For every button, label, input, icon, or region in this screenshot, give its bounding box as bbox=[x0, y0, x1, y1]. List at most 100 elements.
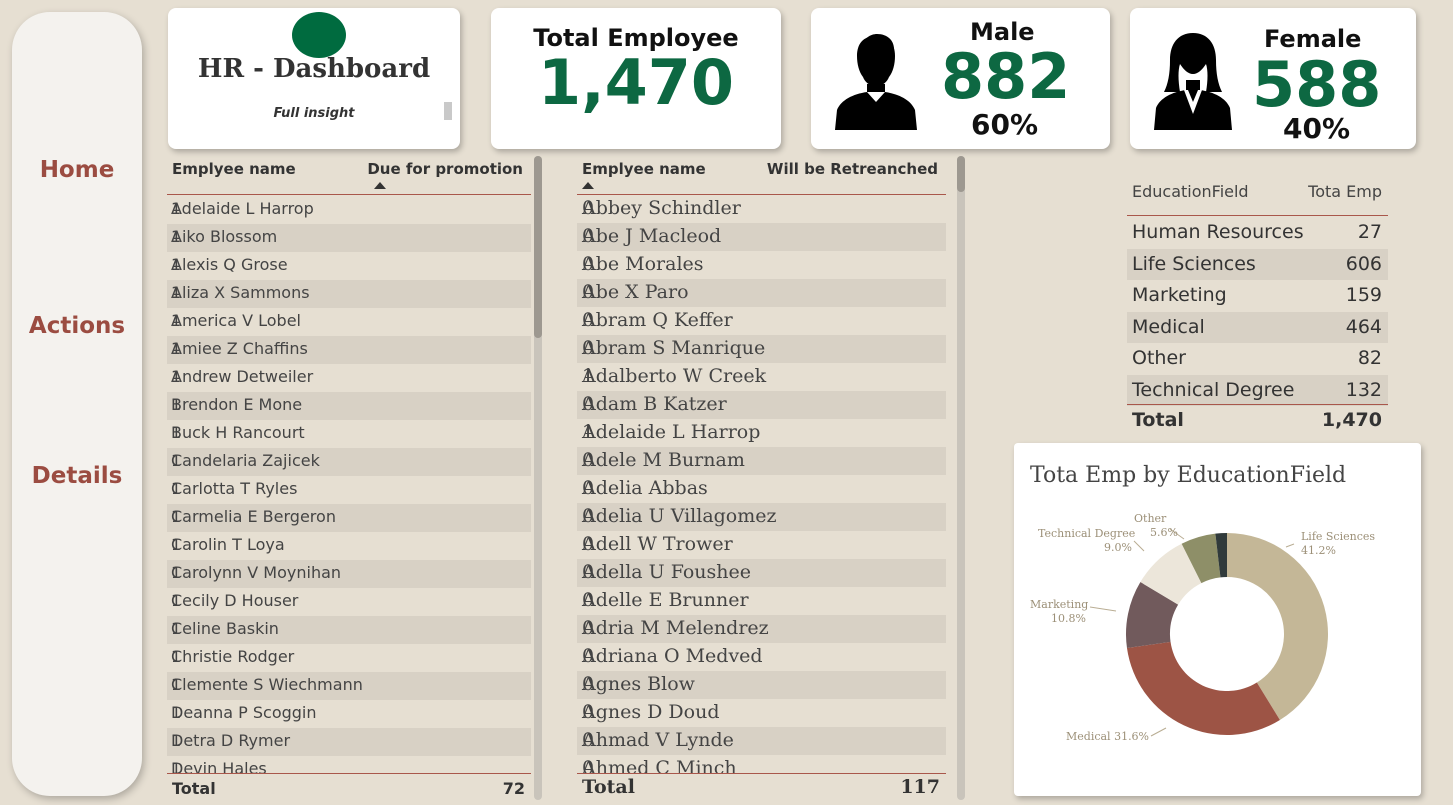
donut-slice-label: Other bbox=[1134, 512, 1167, 525]
retrench-table-row[interactable]: Adele M Burnam 0 bbox=[577, 447, 946, 475]
education-name-cell: Technical Degree bbox=[1132, 378, 1295, 401]
retrench-table-row[interactable]: Abram Q Keffer 0 bbox=[577, 307, 946, 335]
promotion-table-row[interactable]: Carlotta T Ryles 1 bbox=[167, 476, 531, 504]
retrench-table-row[interactable]: Adalberto W Creek 1 bbox=[577, 363, 946, 391]
education-table-row[interactable]: Human Resources 27 bbox=[1127, 217, 1388, 249]
donut-slice-medical[interactable] bbox=[1126, 641, 1280, 735]
retrench-table-row[interactable]: Abe J Macleod 0 bbox=[577, 223, 946, 251]
promotion-table-row[interactable]: Andrew Detweiler 1 bbox=[167, 364, 531, 392]
promotion-table-row[interactable]: Devin Hales 1 bbox=[167, 756, 531, 773]
retrench-table-row[interactable]: Abe X Paro 0 bbox=[577, 279, 946, 307]
promotion-scrollbar[interactable] bbox=[534, 156, 542, 800]
retrench-table-row[interactable]: Adelia Abbas 0 bbox=[577, 475, 946, 503]
retrench-table-row[interactable]: Adell W Trower 0 bbox=[577, 531, 946, 559]
retrench-table-value-cell: 0 bbox=[582, 673, 595, 695]
promotion-table: Emplyee name Due for promotion Adelaide … bbox=[167, 156, 531, 800]
promotion-table-row[interactable]: Celine Baskin 1 bbox=[167, 616, 531, 644]
title-scrollbar[interactable] bbox=[444, 102, 452, 120]
education-table-row[interactable]: Other 82 bbox=[1127, 343, 1388, 375]
promotion-table-row[interactable]: Alexis Q Grose 1 bbox=[167, 252, 531, 280]
promotion-table-row[interactable]: Aiko Blossom 1 bbox=[167, 224, 531, 252]
retrench-table-value-cell: 0 bbox=[582, 589, 595, 611]
male-silhouette-icon bbox=[835, 34, 917, 130]
retrench-scrollbar[interactable] bbox=[957, 156, 965, 800]
retrench-total-label: Total bbox=[582, 776, 635, 798]
retrench-table-row[interactable]: Adam B Katzer 0 bbox=[577, 391, 946, 419]
retrench-table-row[interactable]: Abbey Schindler 0 bbox=[577, 195, 946, 223]
promotion-table-row[interactable]: Candelaria Zajicek 1 bbox=[167, 448, 531, 476]
sort-ascending-icon[interactable] bbox=[374, 182, 386, 189]
retrench-table-value-cell: 0 bbox=[582, 477, 595, 499]
promotion-table-row[interactable]: Carolin T Loya 1 bbox=[167, 532, 531, 560]
promotion-table-row[interactable]: Aliza X Sammons 1 bbox=[167, 280, 531, 308]
education-value-cell: 132 bbox=[1345, 378, 1382, 401]
education-table-row[interactable]: Medical 464 bbox=[1127, 311, 1388, 343]
donut-slice-label: Marketing bbox=[1030, 598, 1088, 611]
promotion-table-row[interactable]: Detra D Rymer 1 bbox=[167, 728, 531, 756]
retrench-total-value: 117 bbox=[900, 776, 940, 798]
education-table-header: EducationField Tota Emp bbox=[1127, 176, 1388, 216]
promotion-table-row[interactable]: Buck H Rancourt 1 bbox=[167, 420, 531, 448]
retrench-table-value-cell: 0 bbox=[582, 449, 595, 471]
education-name-cell: Life Sciences bbox=[1132, 252, 1256, 275]
promotion-table-value-cell: 1 bbox=[171, 731, 182, 750]
retrench-table-row[interactable]: Adella U Foushee 0 bbox=[577, 559, 946, 587]
promotion-col-value-header[interactable]: Due for promotion bbox=[367, 160, 523, 178]
promotion-table-value-cell: 1 bbox=[171, 339, 182, 358]
nav-details-button[interactable]: Details bbox=[12, 463, 142, 489]
education-value-cell: 27 bbox=[1357, 221, 1382, 243]
education-table-row[interactable]: Marketing 159 bbox=[1127, 280, 1388, 312]
education-col-value-header[interactable]: Tota Emp bbox=[1308, 182, 1382, 201]
nav-actions-button[interactable]: Actions bbox=[12, 313, 142, 339]
retrench-table-value-cell: 0 bbox=[582, 505, 595, 527]
retrench-table-value-cell: 0 bbox=[582, 253, 595, 275]
retrench-col-value-header[interactable]: Will be Retreanched bbox=[767, 160, 938, 178]
promotion-table-row[interactable]: Adelaide L Harrop 1 bbox=[167, 196, 531, 224]
nav-home-button[interactable]: Home bbox=[12, 157, 142, 183]
total-employee-card: Total Employee 1,470 bbox=[491, 8, 781, 149]
retrench-table-row[interactable]: Adria M Melendrez 0 bbox=[577, 615, 946, 643]
promotion-col-name-header[interactable]: Emplyee name bbox=[172, 160, 296, 178]
promotion-table-value-cell: 1 bbox=[171, 507, 182, 526]
promotion-table-row[interactable]: Cecily D Houser 1 bbox=[167, 588, 531, 616]
promotion-table-row[interactable]: Deanna P Scoggin 1 bbox=[167, 700, 531, 728]
promotion-table-value-cell: 1 bbox=[171, 703, 182, 722]
male-value: 882 bbox=[941, 40, 1071, 113]
promotion-table-row[interactable]: Brendon E Mone 1 bbox=[167, 392, 531, 420]
promotion-table-row[interactable]: Amiee Z Chaffins 1 bbox=[167, 336, 531, 364]
promotion-scroll-thumb[interactable] bbox=[534, 156, 542, 338]
promotion-table-row[interactable]: Christie Rodger 1 bbox=[167, 644, 531, 672]
promotion-table-value-cell: 1 bbox=[171, 759, 182, 773]
retrench-table-row[interactable]: Abe Morales 0 bbox=[577, 251, 946, 279]
retrench-table-row[interactable]: Abram S Manrique 0 bbox=[577, 335, 946, 363]
promotion-table-row[interactable]: Carolynn V Moynihan 1 bbox=[167, 560, 531, 588]
sort-ascending-icon[interactable] bbox=[582, 182, 594, 189]
retrench-table-row[interactable]: Ahmad V Lynde 0 bbox=[577, 727, 946, 755]
retrench-table-row[interactable]: Ahmed C Minch 0 bbox=[577, 755, 946, 773]
education-name-cell: Other bbox=[1132, 347, 1186, 369]
promotion-table-value-cell: 1 bbox=[171, 591, 182, 610]
retrench-table-header: Emplyee name Will be Retreanched bbox=[577, 156, 946, 195]
promotion-table-row[interactable]: America V Lobel 1 bbox=[167, 308, 531, 336]
promotion-table-row[interactable]: Clemente S Wiechmann 1 bbox=[167, 672, 531, 700]
retrench-table-row[interactable]: Adelle E Brunner 0 bbox=[577, 587, 946, 615]
retrench-col-name-header[interactable]: Emplyee name bbox=[582, 160, 706, 178]
education-table: EducationField Tota Emp Human Resources 2… bbox=[1127, 176, 1388, 436]
female-value: 588 bbox=[1252, 48, 1382, 121]
education-table-row[interactable]: Technical Degree 132 bbox=[1127, 374, 1388, 406]
retrench-table-row[interactable]: Adelaide L Harrop 1 bbox=[577, 419, 946, 447]
total-employee-value: 1,470 bbox=[537, 46, 735, 119]
education-col-name-header[interactable]: EducationField bbox=[1132, 182, 1249, 201]
education-table-footer: Total 1,470 bbox=[1127, 404, 1388, 433]
male-percent: 60% bbox=[971, 108, 1039, 141]
retrench-table-row[interactable]: Agnes Blow 0 bbox=[577, 671, 946, 699]
female-silhouette-icon bbox=[1154, 33, 1232, 130]
donut-leader-line bbox=[1150, 727, 1167, 737]
retrench-scroll-thumb[interactable] bbox=[957, 156, 965, 192]
retrench-table-row[interactable]: Agnes D Doud 0 bbox=[577, 699, 946, 727]
retrench-table-row[interactable]: Adriana O Medved 0 bbox=[577, 643, 946, 671]
retrench-table-row[interactable]: Adelia U Villagomez 0 bbox=[577, 503, 946, 531]
education-table-row[interactable]: Life Sciences 606 bbox=[1127, 248, 1388, 280]
promotion-table-row[interactable]: Carmelia E Bergeron 1 bbox=[167, 504, 531, 532]
promotion-total-label: Total bbox=[172, 779, 216, 798]
